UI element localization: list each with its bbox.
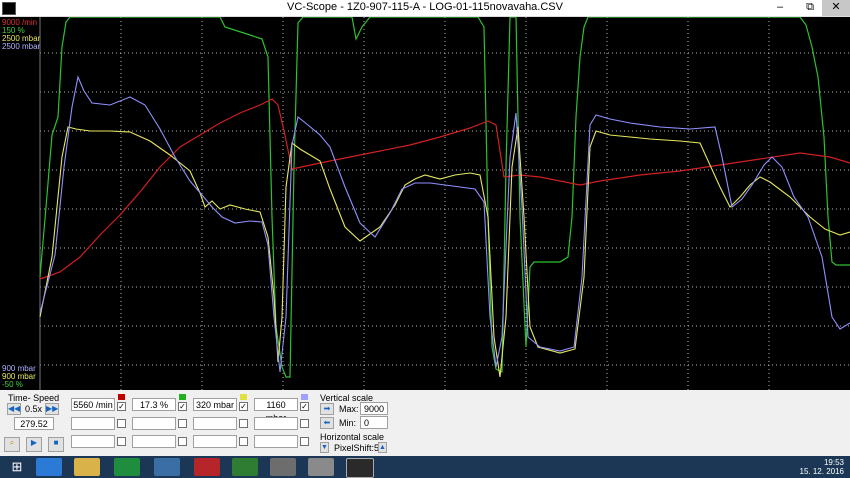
channel-throttle-checkbox-3[interactable] bbox=[178, 437, 187, 446]
channel-throttle-field-3 bbox=[132, 435, 176, 448]
vc-scope-taskbar-icon[interactable] bbox=[346, 458, 374, 478]
windows-start-icon[interactable]: ⊞ bbox=[4, 458, 30, 476]
channel-boost-checkbox-3[interactable] bbox=[239, 437, 248, 446]
time-speed-label: Time- Speed bbox=[8, 393, 60, 403]
time-position-field[interactable]: 279.52 bbox=[14, 417, 54, 430]
label-throttle-min: -50 % bbox=[2, 380, 23, 389]
min-input[interactable]: 0 bbox=[360, 416, 388, 429]
channel-rpm-value: 5560 /min bbox=[71, 398, 115, 411]
channel-boost2-checkbox-3[interactable] bbox=[300, 437, 309, 446]
horizontal-scale-label: Horizontal scale bbox=[320, 432, 385, 442]
channel-throttle-value: 17.3 % bbox=[132, 398, 176, 411]
channel-boost-value: 320 mbar bbox=[193, 398, 237, 411]
speed-value: 0.5x bbox=[25, 404, 43, 414]
windows-taskbar: ⊞ 19:53 15. 12. 2016 bbox=[0, 456, 850, 478]
window-title: VC-Scope - 1Z0-907-115-A - LOG-01-115nov… bbox=[287, 1, 563, 13]
control-panel: Time- Speed ◀◀ 0.5x ▶▶ 279.52 ⌕ ▶ ■ 5560… bbox=[0, 390, 850, 456]
vcds-app-icon[interactable] bbox=[308, 458, 334, 476]
channel-boost-checkbox[interactable]: ✓ bbox=[239, 402, 248, 411]
play-button[interactable]: ▶ bbox=[26, 437, 42, 452]
channel-rpm-color bbox=[118, 394, 125, 400]
excel-icon[interactable] bbox=[114, 458, 140, 476]
minimize-button[interactable]: – bbox=[766, 0, 794, 16]
label-boost2-max: 2500 mbar bbox=[2, 42, 41, 51]
clock-time: 19:53 bbox=[823, 458, 844, 467]
title-bar: VC-Scope - 1Z0-907-115-A - LOG-01-115nov… bbox=[0, 0, 850, 17]
internet-explorer-icon[interactable] bbox=[36, 458, 62, 476]
scale-down-icon[interactable]: ▼ bbox=[320, 442, 329, 453]
power-app-icon[interactable] bbox=[194, 458, 220, 476]
media-app-icon[interactable] bbox=[270, 458, 296, 476]
channel-boost2-color bbox=[301, 394, 308, 400]
trace-boost bbox=[39, 126, 850, 378]
file-explorer-icon[interactable] bbox=[74, 458, 100, 476]
channel-rpm-field-3 bbox=[71, 435, 115, 448]
channel-rpm-checkbox[interactable]: ✓ bbox=[117, 402, 126, 411]
app-icon-blue[interactable] bbox=[154, 458, 180, 476]
clock-date: 15. 12. 2016 bbox=[799, 467, 844, 476]
channel-boost2-field-3 bbox=[254, 435, 298, 448]
pixelshift-value: PixelShift:5 bbox=[334, 443, 380, 453]
max-input[interactable]: 9000 bbox=[360, 402, 388, 415]
channel-boost-checkbox-2[interactable] bbox=[239, 419, 248, 428]
arrow-left-icon[interactable]: ⬅ bbox=[320, 417, 334, 429]
scope-plot bbox=[39, 16, 850, 390]
bottom-axis-labels: 900 mbar 900 mbar -50 % bbox=[2, 365, 36, 389]
top-axis-labels: 9000 /min 150 % 2500 mbar 2500 mbar bbox=[2, 19, 40, 51]
channel-rpm-checkbox-3[interactable] bbox=[117, 437, 126, 446]
min-label: Min: bbox=[339, 418, 357, 428]
channel-throttle-color bbox=[179, 394, 186, 400]
channel-throttle-checkbox-2[interactable] bbox=[178, 419, 187, 428]
zoom-icon[interactable]: ⌕ bbox=[4, 437, 20, 452]
restore-button[interactable]: ⧉ bbox=[796, 0, 824, 16]
channel-rpm-checkbox-2[interactable] bbox=[117, 419, 126, 428]
system-clock[interactable]: 19:53 15. 12. 2016 bbox=[800, 458, 844, 476]
channel-boost-field-2 bbox=[193, 417, 237, 430]
scale-up-icon[interactable]: ▲ bbox=[378, 442, 387, 453]
close-button[interactable]: ✕ bbox=[822, 0, 850, 16]
stop-button[interactable]: ■ bbox=[48, 437, 64, 452]
oscilloscope-view[interactable]: 9000 /min 150 % 2500 mbar 2500 mbar 900 … bbox=[0, 16, 850, 390]
channel-boost-field-3 bbox=[193, 435, 237, 448]
car-diagnostic-icon[interactable] bbox=[232, 458, 258, 476]
channel-boost2-value: 1160 mbar bbox=[254, 398, 298, 423]
channel-boost-color bbox=[240, 394, 247, 400]
max-label: Max: bbox=[339, 404, 359, 414]
arrow-right-icon[interactable]: ➡ bbox=[320, 403, 334, 415]
fast-forward-button[interactable]: ▶▶ bbox=[45, 403, 59, 415]
channel-boost2-checkbox[interactable]: ✓ bbox=[300, 402, 309, 411]
channel-rpm-field-2 bbox=[71, 417, 115, 430]
channel-throttle-field-2 bbox=[132, 417, 176, 430]
channel-boost2-field-2 bbox=[254, 417, 298, 430]
channel-throttle-checkbox[interactable]: ✓ bbox=[178, 402, 187, 411]
channel-boost2-checkbox-2[interactable] bbox=[300, 419, 309, 428]
rewind-button[interactable]: ◀◀ bbox=[7, 403, 21, 415]
